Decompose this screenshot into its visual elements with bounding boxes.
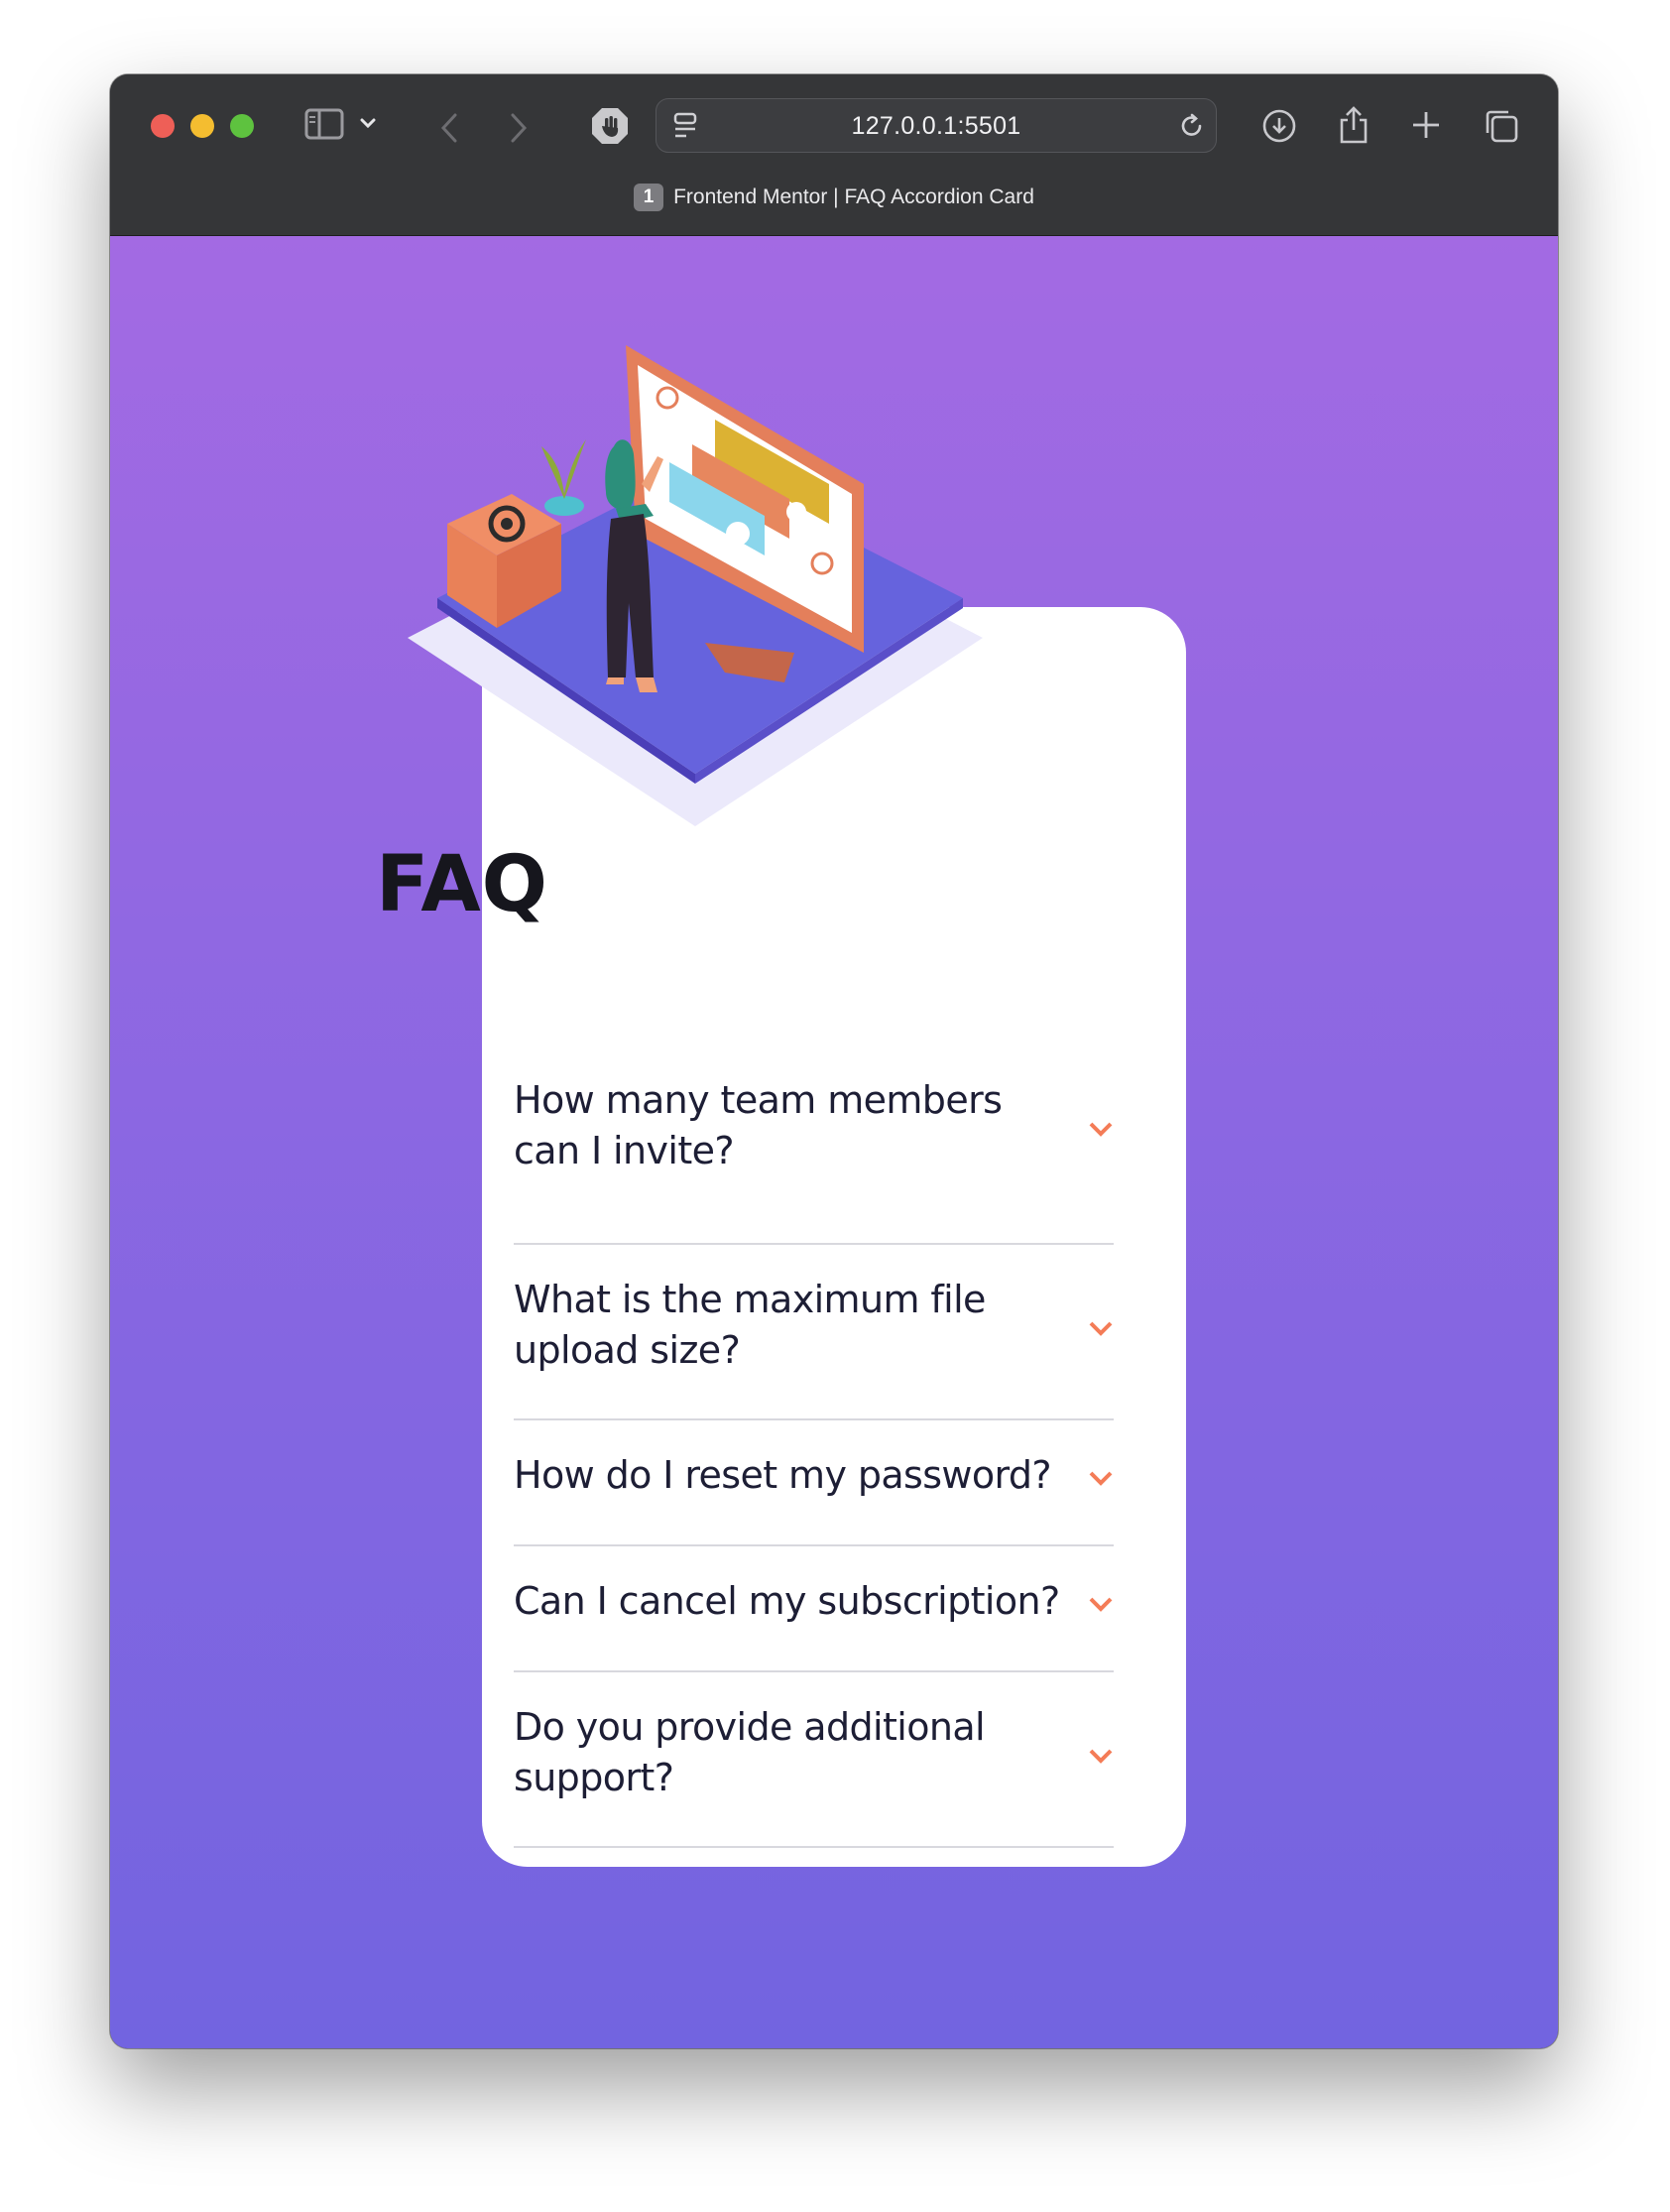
tab-overview-icon[interactable] (1483, 107, 1520, 145)
new-tab-icon[interactable] (1410, 109, 1442, 141)
browser-toolbar: 127.0.0.1:5501 1 Frontend Mentor | FAQ Ac… (110, 74, 1558, 236)
chevron-down-icon[interactable] (1088, 1320, 1114, 1338)
address-bar[interactable]: 127.0.0.1:5501 (656, 98, 1217, 153)
faq-item[interactable]: How many team members can I invite? (514, 1069, 1114, 1245)
browser-window: 127.0.0.1:5501 1 Frontend Mentor | FAQ Ac… (110, 74, 1558, 2048)
chevron-down-icon[interactable] (1088, 1596, 1114, 1614)
faq-question[interactable]: What is the maximum file upload size? (514, 1275, 1069, 1376)
url-text[interactable]: 127.0.0.1:5501 (656, 112, 1216, 141)
downloads-icon[interactable] (1261, 108, 1297, 144)
chevron-down-icon[interactable] (359, 117, 377, 131)
faq-item[interactable]: Do you provide additional support? (514, 1672, 1114, 1848)
faq-item[interactable]: What is the maximum file upload size? (514, 1245, 1114, 1420)
window-controls (151, 114, 254, 138)
sidebar-icon[interactable] (304, 107, 344, 141)
faq-question[interactable]: Can I cancel my subscription? (514, 1576, 1069, 1627)
chevron-down-icon[interactable] (1088, 1470, 1114, 1488)
reload-icon[interactable] (1178, 112, 1206, 140)
faq-item[interactable]: Can I cancel my subscription? (514, 1546, 1114, 1672)
back-icon[interactable] (437, 111, 461, 145)
chevron-down-icon[interactable] (1088, 1748, 1114, 1766)
woman-online-illustration (408, 345, 983, 826)
faq-question[interactable]: Do you provide additional support? (514, 1702, 1069, 1803)
faq-question[interactable]: How do I reset my password? (514, 1450, 1069, 1501)
privacy-shield-icon[interactable] (590, 106, 630, 146)
forward-icon[interactable] (507, 111, 531, 145)
tab-title: Frontend Mentor | FAQ Accordion Card (673, 185, 1034, 208)
share-icon[interactable] (1337, 105, 1371, 145)
minimize-window-button[interactable] (190, 114, 214, 138)
zoom-window-button[interactable] (230, 114, 254, 138)
faq-accordion: How many team members can I invite? What… (514, 1069, 1114, 1848)
faq-title: FAQ (375, 840, 548, 929)
faq-item[interactable]: How do I reset my password? (514, 1420, 1114, 1546)
chevron-down-icon[interactable] (1088, 1121, 1114, 1139)
active-tab[interactable]: 1 Frontend Mentor | FAQ Accordion Card (110, 184, 1558, 211)
close-window-button[interactable] (151, 114, 175, 138)
tab-number-badge: 1 (634, 184, 664, 211)
faq-question[interactable]: How many team members can I invite? (514, 1075, 1069, 1176)
